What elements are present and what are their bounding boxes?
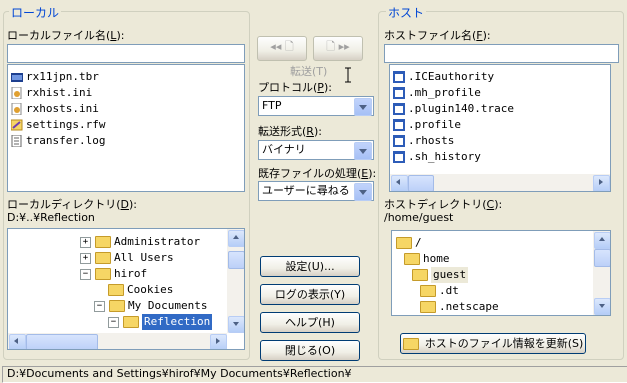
close-button[interactable]: 閉じる(O) [260,340,360,361]
protocol-label: プロトコル(P): [258,81,332,94]
tree-node-my-documents[interactable]: − My Documents [94,298,207,314]
scroll-down-button[interactable] [228,316,244,333]
host-dir-path: /home/guest [384,211,454,224]
local-group-title: ローカル [9,4,62,21]
tree-node-administrator[interactable]: + Administrator [80,234,200,250]
host-tree-node-guest[interactable]: guest [412,267,469,283]
protocol-select[interactable]: FTP [258,96,374,116]
folder-icon [420,301,436,313]
local-file-row[interactable]: transfer.log [8,133,244,149]
folder-open-icon [109,300,125,312]
host-group-title: ホスト [386,4,427,21]
status-bar: D:¥Documents and Settings¥hirof¥My Docum… [2,366,627,383]
folder-icon [108,284,124,296]
text-cursor-icon [345,67,351,83]
chevron-down-icon[interactable] [354,98,372,116]
scroll-right-button[interactable] [593,175,610,191]
scroll-thumb[interactable] [594,249,610,267]
local-tree-vscrollbar[interactable] [227,229,244,333]
host-tree-node-netscape[interactable]: .netscape [420,299,499,315]
reflection-file-icon [11,119,23,131]
local-dir-path: D:¥..¥Reflection [7,211,95,224]
host-file-row[interactable]: .rhosts [390,133,610,149]
host-file-row[interactable]: .plugin140.trace [390,101,610,117]
scroll-thumb[interactable] [228,251,244,269]
local-dir-tree[interactable]: + Administrator + All Users − hirof Cook… [7,228,245,350]
local-dir-label: ローカルディレクトリ(D): [7,198,138,211]
host-list-hscrollbar[interactable] [390,174,610,191]
expand-icon[interactable]: + [80,236,91,248]
file-icon [393,119,405,131]
folder-open-icon [412,269,428,281]
folder-icon [95,252,111,264]
transfer-mode-select[interactable]: バイナリ [258,140,374,160]
transfer-to-local-button[interactable]: ◂◂ 🗋 [257,36,307,61]
transfer-to-host-button[interactable]: 🗋 ▸▸ [313,36,363,61]
host-file-row[interactable]: .mh_profile [390,85,610,101]
expand-icon[interactable]: + [80,252,91,264]
tree-node-reflection[interactable]: − Reflection [108,314,213,330]
toolbar-file-icon [11,73,23,82]
scroll-right-button[interactable] [210,334,227,349]
local-file-row[interactable]: rxhosts.ini [8,101,244,117]
host-file-row[interactable]: .ICEauthority [390,69,610,85]
scroll-left-button[interactable] [391,175,408,191]
transfer-label: 転送(T) [290,65,328,78]
existing-file-select[interactable]: ユーザーに尋ねる [258,181,374,201]
host-file-row[interactable]: .profile [390,117,610,133]
local-file-list[interactable]: rx11jpn.tbr rxhist.ini rxhosts.ini setti… [7,64,245,192]
folder-open-icon [123,316,139,328]
scroll-down-button[interactable] [594,298,610,315]
host-file-label: ホストファイル名(F): [384,29,491,42]
local-file-row[interactable]: rxhist.ini [8,85,244,101]
file-icon [393,71,405,83]
show-log-button[interactable]: ログの表示(Y) [260,284,360,305]
transfer-mode-label: 転送形式(R): [258,125,322,138]
scroll-up-button[interactable] [594,232,610,249]
collapse-icon[interactable]: − [108,316,119,328]
chevron-down-icon[interactable] [354,183,372,201]
text-file-icon [11,135,22,147]
host-file-row[interactable]: .sh_history [390,149,610,165]
folder-open-icon [95,268,111,280]
local-file-label: ローカルファイル名(L): [7,29,125,42]
host-dir-label: ホストディレクトリ(C): [384,198,503,211]
host-dir-tree[interactable]: / home guest .dt .netscape [391,230,611,316]
host-tree-node-dt[interactable]: .dt [420,283,459,299]
host-filename-input[interactable] [384,44,619,63]
local-file-row[interactable]: settings.rfw [8,117,244,133]
existing-file-label: 既存ファイルの処理(E): [258,167,377,180]
local-filename-input[interactable] [7,44,245,63]
folder-icon [95,236,111,248]
file-icon [393,135,405,147]
local-tree-hscrollbar[interactable] [8,333,227,349]
folder-icon [420,285,436,297]
collapse-icon[interactable]: − [80,268,91,280]
tree-node-cookies[interactable]: Cookies [108,282,173,298]
help-button[interactable]: ヘルプ(H) [260,312,360,333]
scroll-left-button[interactable] [9,334,26,349]
host-tree-node-home[interactable]: home [404,251,450,267]
settings-button[interactable]: 設定(U)... [260,256,360,277]
file-icon [393,151,405,163]
collapse-icon[interactable]: − [94,300,105,312]
tree-node-hirof[interactable]: − hirof [80,266,147,282]
scroll-thumb[interactable] [26,334,98,349]
folder-icon [402,337,419,350]
folder-open-icon [404,253,420,265]
host-file-list[interactable]: .ICEauthority .mh_profile .plugin140.tra… [389,64,611,192]
chevron-down-icon[interactable] [354,142,372,160]
host-tree-vscrollbar[interactable] [593,231,610,315]
host-tree-node-root[interactable]: / [396,235,422,251]
scroll-thumb[interactable] [408,175,434,191]
tree-node-all-users[interactable]: + All Users [80,250,174,266]
ini-file-icon [11,103,22,115]
folder-open-icon [396,237,412,249]
scroll-up-button[interactable] [228,230,244,247]
file-icon [393,87,405,99]
ini-file-icon [11,87,22,99]
local-file-row[interactable]: rx11jpn.tbr [8,69,244,85]
refresh-host-info-button[interactable]: ホストのファイル情報を更新(S) [400,333,586,354]
file-icon [393,103,405,115]
